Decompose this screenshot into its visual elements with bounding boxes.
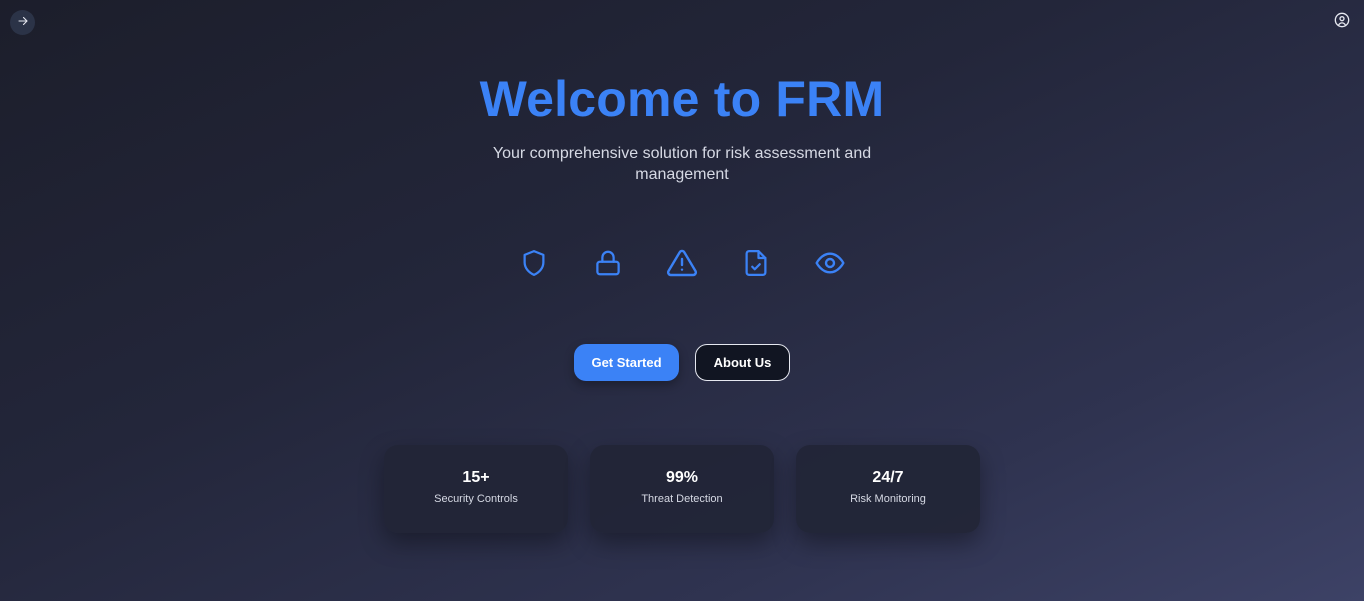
feature-icon-row xyxy=(0,247,1364,279)
about-us-button[interactable]: About Us xyxy=(695,344,790,381)
stat-label: Risk Monitoring xyxy=(850,493,926,505)
stat-card-risk-monitoring: 24/7 Risk Monitoring xyxy=(796,445,980,533)
stat-card-threat-detection: 99% Threat Detection xyxy=(590,445,774,533)
stat-card-security-controls: 15+ Security Controls xyxy=(384,445,568,533)
file-check-icon xyxy=(740,247,772,279)
stats-section: 15+ Security Controls 99% Threat Detecti… xyxy=(0,445,1364,533)
lock-icon xyxy=(592,247,624,279)
stat-value: 99% xyxy=(665,469,699,486)
stat-label: Security Controls xyxy=(434,493,518,505)
warning-triangle-icon xyxy=(666,247,698,279)
stat-label: Threat Detection xyxy=(641,493,723,505)
shield-icon xyxy=(518,247,550,279)
user-profile-button[interactable] xyxy=(1332,12,1352,32)
arrow-right-icon xyxy=(17,14,29,32)
eye-icon xyxy=(814,247,846,279)
user-circle-icon xyxy=(1334,12,1350,33)
stat-value: 15+ xyxy=(462,469,490,486)
stat-value: 24/7 xyxy=(872,469,904,486)
page-title: Welcome to FRM xyxy=(479,71,885,127)
page-subtitle: Your comprehensive solution for risk ass… xyxy=(492,145,872,183)
get-started-button[interactable]: Get Started xyxy=(574,344,679,381)
sidebar-toggle-button[interactable] xyxy=(10,10,35,35)
hero-actions: Get Started About Us xyxy=(0,344,1364,381)
